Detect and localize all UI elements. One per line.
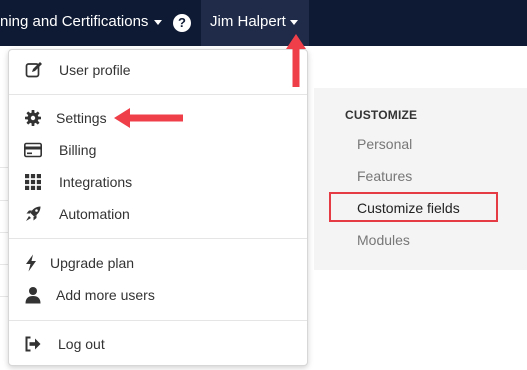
menu-item-log-out[interactable]: Log out <box>9 329 307 359</box>
menu-item-user-profile[interactable]: User profile <box>9 55 307 85</box>
top-navbar: ning and Certifications ? Jim Halpert <box>0 0 527 46</box>
menu-label-user-profile: User profile <box>59 62 131 78</box>
sign-out-icon <box>25 336 41 352</box>
chevron-down-icon <box>290 20 298 25</box>
grid-icon <box>25 174 41 190</box>
menu-label-automation: Automation <box>59 206 130 222</box>
menu-item-automation[interactable]: Automation <box>9 199 307 229</box>
menu-divider <box>9 320 307 321</box>
rocket-icon <box>26 206 41 221</box>
annotation-arrow-up-icon <box>286 34 306 87</box>
menu-item-upgrade-plan[interactable]: Upgrade plan <box>9 248 307 278</box>
menu-label-integrations: Integrations <box>59 174 133 190</box>
customize-panel: CUSTOMIZE Personal Features Customize fi… <box>314 88 527 270</box>
menu-item-billing[interactable]: Billing <box>9 135 307 165</box>
chevron-down-icon <box>154 19 163 25</box>
menu-divider <box>9 238 307 239</box>
menu-divider <box>9 94 307 95</box>
menu-label-log-out: Log out <box>58 336 105 352</box>
gear-icon <box>25 110 41 126</box>
customize-link-modules[interactable]: Modules <box>357 232 410 248</box>
menu-item-integrations[interactable]: Integrations <box>9 167 307 197</box>
lightning-bolt-icon <box>26 254 36 272</box>
training-certifications-label: ning and Certifications <box>0 13 149 30</box>
edit-icon <box>25 62 42 78</box>
help-icon[interactable]: ? <box>173 14 191 32</box>
customize-link-personal[interactable]: Personal <box>357 136 412 152</box>
credit-card-icon <box>24 142 42 158</box>
user-dropdown-menu: User profile Settings Billing Integratio… <box>8 49 308 366</box>
training-certifications-menu[interactable]: ning and Certifications <box>0 0 163 46</box>
annotation-arrow-left-icon <box>114 108 183 128</box>
menu-item-add-more-users[interactable]: Add more users <box>9 280 307 310</box>
menu-label-billing: Billing <box>59 142 97 158</box>
customize-fields-highlight <box>329 192 498 222</box>
menu-label-settings: Settings <box>56 110 107 126</box>
menu-label-add-more-users: Add more users <box>56 287 155 303</box>
customize-link-features[interactable]: Features <box>357 168 412 184</box>
user-name: Jim Halpert <box>210 13 286 30</box>
user-icon <box>25 287 41 304</box>
customize-heading: CUSTOMIZE <box>345 108 418 122</box>
menu-label-upgrade-plan: Upgrade plan <box>50 255 135 271</box>
